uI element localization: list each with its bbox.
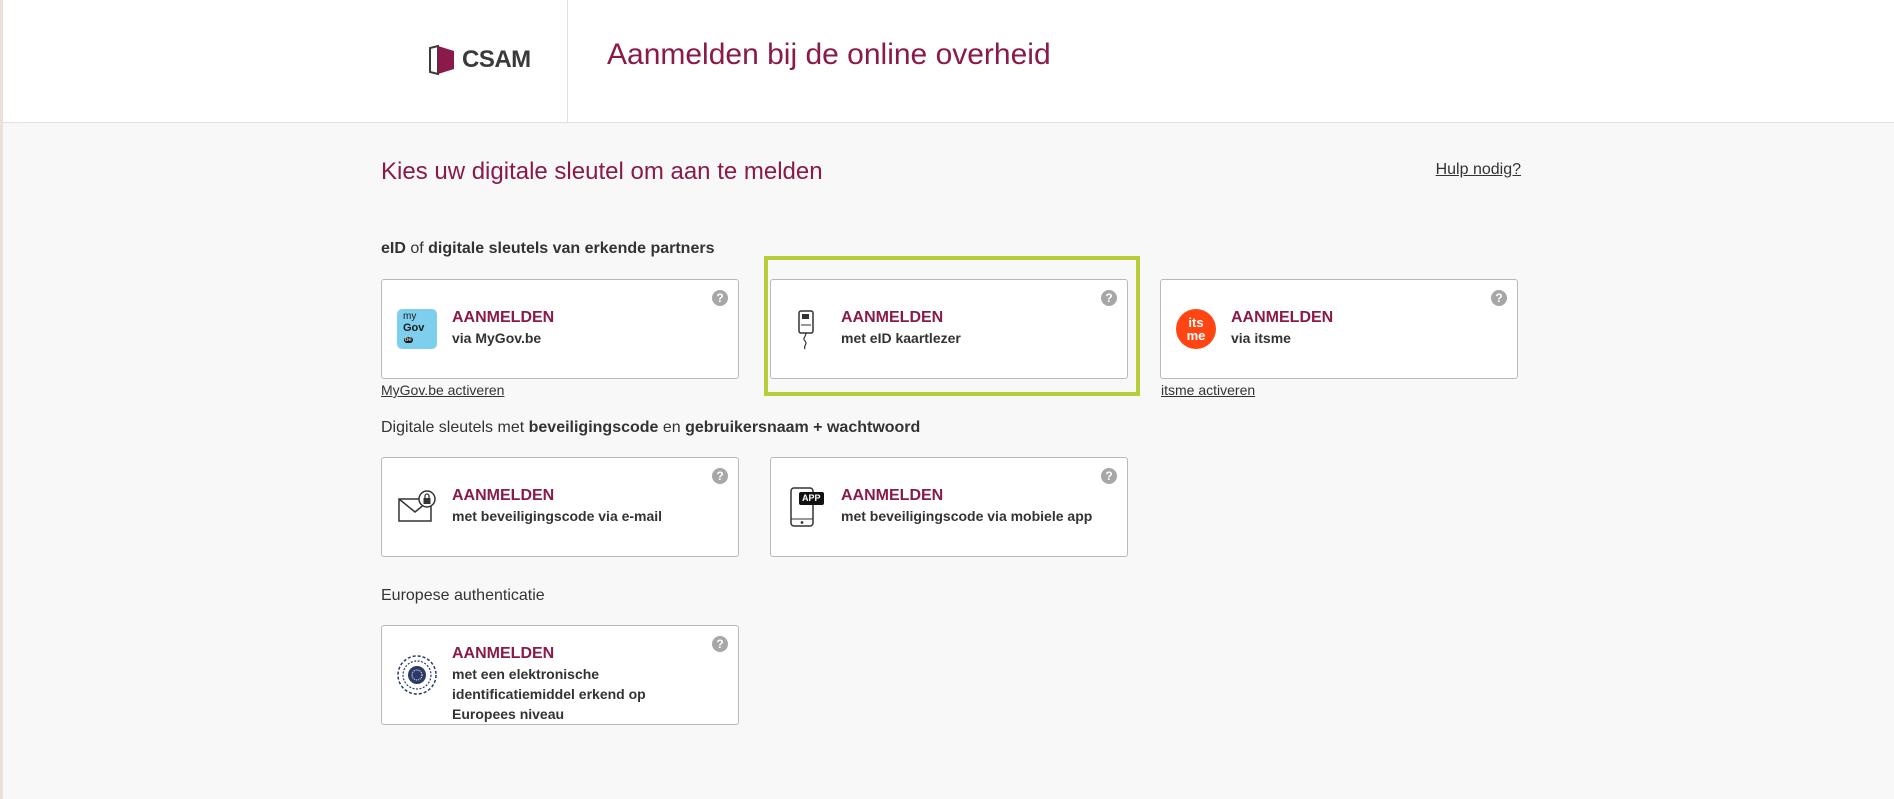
card-title: AANMELDEN	[1231, 309, 1334, 326]
login-card-email-code[interactable]: AANMELDEN met beveiligingscode via e-mai…	[381, 457, 739, 557]
question-icon[interactable]: ?	[712, 290, 728, 306]
section-label-eid-part3: digitale sleutels van erkende partners	[428, 240, 715, 257]
european-id-icon	[396, 654, 438, 696]
card-title: AANMELDEN	[452, 645, 555, 662]
app-badge: APP	[799, 492, 824, 505]
card-subtitle: via itsme	[1231, 330, 1291, 346]
mygov-icon-line1: my	[403, 311, 417, 322]
card-subtitle: met beveiligingscode via e-mail	[452, 508, 663, 524]
focus-highlight	[764, 256, 1140, 396]
itsme-activate-link[interactable]: itsme activeren	[1161, 382, 1255, 398]
header-title: Aanmelden bij de online overheid	[607, 38, 1051, 71]
section-label-code-part1: Digitale sleutels met	[381, 419, 529, 436]
help-link[interactable]: Hulp nodig?	[1436, 161, 1521, 179]
login-card-itsme[interactable]: its me AANMELDEN via itsme ?	[1160, 279, 1518, 379]
envelope-lock-icon	[396, 486, 438, 528]
page-title: Kies uw digitale sleutel om aan te melde…	[381, 158, 823, 185]
mygov-icon: my Gov be	[396, 308, 438, 350]
question-icon[interactable]: ?	[1101, 468, 1117, 484]
section-label-code-part3: en	[658, 419, 686, 436]
section-label-european: Europese authenticatie	[381, 587, 545, 604]
section-label-code: Digitale sleutels met beveiligingscode e…	[381, 419, 920, 437]
section-label-eid-part1: eID	[381, 240, 406, 257]
itsme-icon: its me	[1175, 308, 1217, 350]
mobile-app-icon: APP	[785, 486, 827, 528]
header-divider	[567, 0, 568, 122]
section-label-eid-part2: of	[405, 240, 429, 257]
card-title: AANMELDEN	[841, 487, 944, 504]
section-label-code-part2: beveiligingscode	[528, 419, 659, 436]
card-subtitle: met beveiligingscode via mobiele app	[841, 508, 1093, 524]
mygov-activate-link[interactable]: MyGov.be activeren	[381, 382, 504, 398]
mygov-icon-line2: Gov	[403, 322, 425, 334]
card-subtitle: met een elektronische identificatiemidde…	[452, 666, 646, 722]
question-icon[interactable]: ?	[712, 636, 728, 652]
section-label-eid: eID of digitale sleutels van erkende par…	[381, 240, 714, 258]
logo-text: CSAM	[462, 46, 531, 73]
card-title: AANMELDEN	[452, 487, 555, 504]
login-card-app-code[interactable]: APP AANMELDEN met beveiligingscode via m…	[770, 457, 1128, 557]
question-icon[interactable]: ?	[1491, 290, 1507, 306]
section-label-code-part4: gebruikersnaam + wachtwoord	[685, 419, 921, 436]
header: CSAM Aanmelden bij de online overheid	[3, 0, 1894, 123]
itsme-icon-line2: me	[1186, 328, 1206, 343]
csam-door-icon	[429, 45, 454, 75]
login-card-mygov[interactable]: my Gov be AANMELDEN via MyGov.be ?	[381, 279, 739, 379]
mygov-icon-line3: be	[404, 337, 413, 343]
question-icon[interactable]: ?	[712, 468, 728, 484]
login-card-european-id[interactable]: AANMELDEN met een elektronische identifi…	[381, 625, 739, 725]
card-title: AANMELDEN	[452, 309, 555, 326]
csam-logo[interactable]: CSAM	[428, 43, 531, 77]
card-subtitle: via MyGov.be	[452, 330, 542, 346]
